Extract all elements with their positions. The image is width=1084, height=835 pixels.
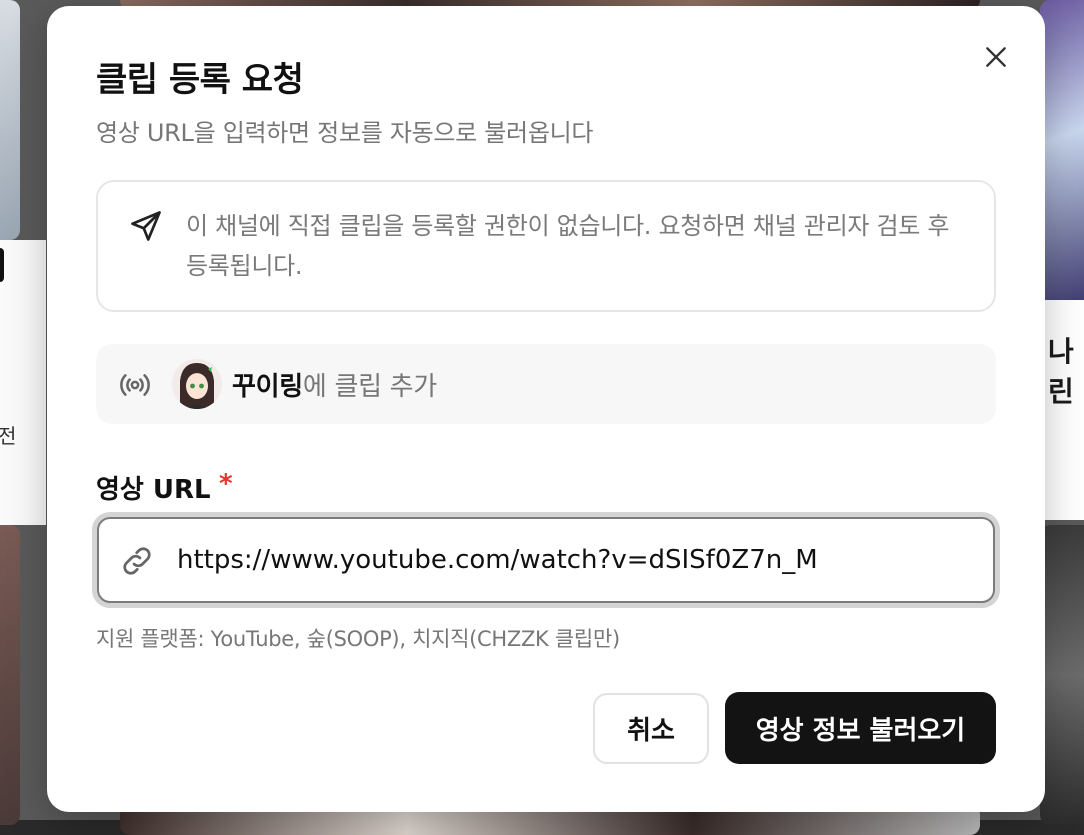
url-input[interactable] [177,535,977,585]
url-field-label: 영상 URL [96,469,211,506]
fetch-video-info-button[interactable]: 영상 정보 불러오기 [725,692,996,764]
url-input-box[interactable] [97,517,995,603]
background-thumbnail [0,525,20,825]
channel-name: 꾸이링 [232,372,303,402]
background-thumbnail [1040,0,1084,300]
channel-avatar [172,359,222,409]
background-chip [0,248,4,282]
url-input-focus-ring [92,512,1000,608]
target-channel: 꾸이링에 클립 추가 [96,344,996,424]
background-text: 전 [0,420,16,449]
channel-caption-suffix: 에 클립 추가 [303,372,437,402]
close-button[interactable] [977,38,1015,76]
background-panel [0,240,46,525]
background-thumbnail [1040,525,1084,825]
cancel-button[interactable]: 취소 [593,693,709,764]
dialog-title: 클립 등록 요청 [96,52,303,101]
required-mark: * [219,469,233,499]
link-icon [119,543,155,579]
send-icon [128,208,164,244]
notice-text: 이 채널에 직접 클립을 등록할 권한이 없습니다. 요청하면 채널 관리자 검… [186,206,976,286]
live-broadcast-icon [118,368,152,402]
background-text: 나린 [1048,330,1084,410]
channel-caption: 꾸이링에 클립 추가 [232,366,437,403]
dialog-subtitle: 영상 URL을 입력하면 정보를 자동으로 불러옵니다 [96,113,593,148]
background-thumbnail [0,0,20,240]
clip-request-dialog: 클립 등록 요청 영상 URL을 입력하면 정보를 자동으로 불러옵니다 이 채… [47,6,1045,812]
close-icon [983,44,1009,70]
permission-notice: 이 채널에 직접 클립을 등록할 권한이 없습니다. 요청하면 채널 관리자 검… [96,180,996,312]
supported-platforms-hint: 지원 플랫폼: YouTube, 숲(SOOP), 치지직(CHZZK 클립만) [96,623,620,653]
